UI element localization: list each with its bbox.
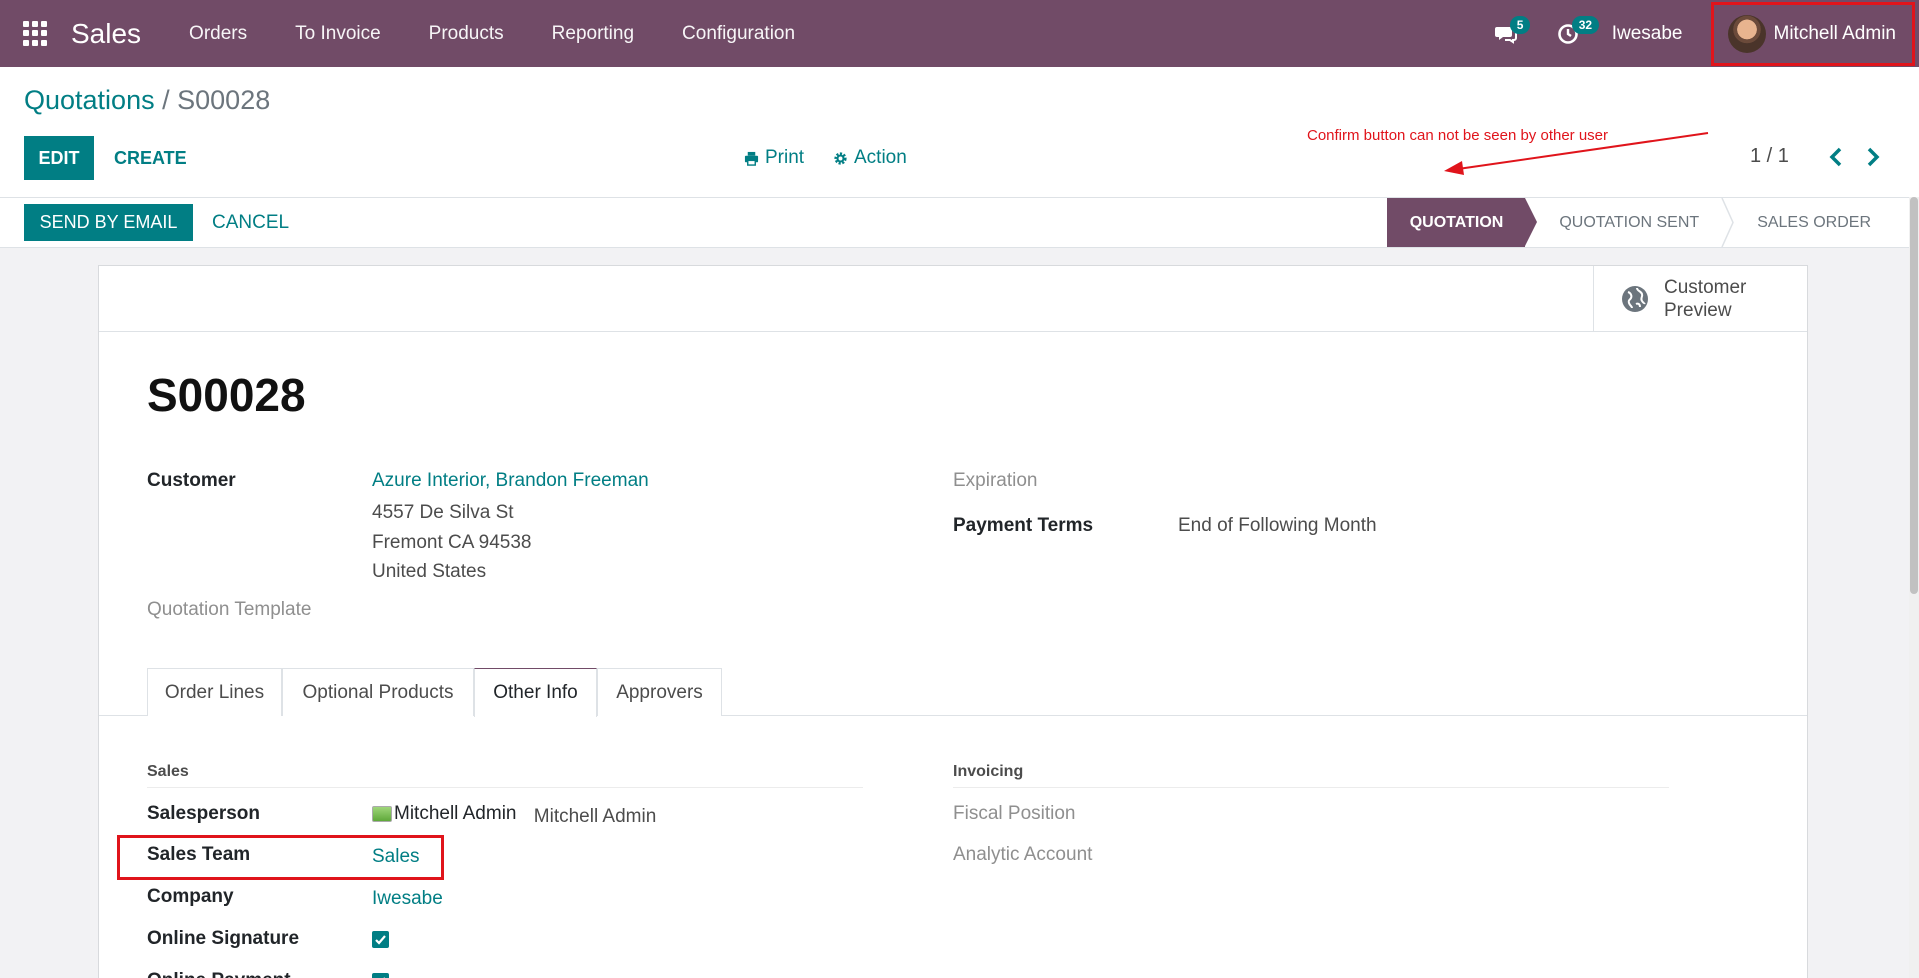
stage-divider-icon (1721, 198, 1735, 247)
control-panel: Quotations / S00028 EDIT CREATE Print Ac… (0, 67, 1919, 197)
chevron-left-icon[interactable] (1825, 144, 1847, 170)
expiration-label: Expiration (953, 470, 1038, 491)
activity-menu[interactable]: 32 (1550, 14, 1600, 54)
address-line-2: Fremont CA 94538 (372, 532, 532, 553)
create-button[interactable]: CREATE (114, 136, 187, 180)
user-name: Mitchell Admin (1773, 22, 1897, 44)
company-link[interactable]: Iwesabe (372, 888, 443, 910)
print-button[interactable]: Print (744, 136, 804, 180)
messages-counter-badge: 5 (1509, 15, 1531, 34)
page-scrollbar[interactable] (1909, 197, 1919, 978)
stage-sales-order[interactable]: SALES ORDER (1735, 198, 1893, 247)
action-label: Action (854, 147, 907, 168)
edit-button[interactable]: EDIT (24, 136, 94, 180)
record-title: S00028 (147, 369, 306, 421)
online-signature-checkbox[interactable] (372, 931, 389, 948)
sales-section-title: Sales (147, 763, 863, 788)
stage-quotation[interactable]: QUOTATION (1386, 198, 1537, 247)
stage-pipeline: QUOTATION QUOTATION SENT SALES ORDER (1386, 198, 1893, 247)
online-payment-checkbox[interactable] (372, 973, 389, 978)
breadcrumb-current: S00028 (177, 85, 271, 115)
avatar (1727, 14, 1766, 53)
online-payment-label: Online Payment (147, 970, 291, 978)
tab-other-info[interactable]: Other Info (474, 668, 597, 717)
tab-approvers[interactable]: Approvers (597, 668, 722, 716)
activities-counter-badge: 32 (1571, 15, 1600, 34)
customer-label: Customer (147, 470, 236, 491)
print-label: Print (765, 147, 805, 168)
action-button[interactable]: Action (833, 136, 907, 180)
customer-preview-label: Customer Preview (1664, 277, 1747, 321)
analytic-account-label: Analytic Account (953, 844, 1093, 865)
scrollbar-thumb[interactable] (1910, 197, 1918, 594)
annotation-text: Confirm button can not be seen by other … (1307, 127, 1609, 144)
menu-orders[interactable]: Orders (165, 23, 271, 45)
quotation-template-label: Quotation Template (147, 599, 312, 620)
salesperson-avatar-alt: Mitchell Admin (394, 803, 517, 824)
main-menu: Orders To Invoice Products Reporting Con… (165, 23, 819, 45)
apps-menu-icon[interactable] (23, 20, 49, 47)
pager-value[interactable]: 1 / 1 (1750, 145, 1789, 168)
company-label: Company (147, 886, 234, 907)
payment-terms-value: End of Following Month (1178, 515, 1377, 536)
cancel-button[interactable]: CANCEL (212, 204, 289, 241)
globe-icon (1622, 286, 1648, 312)
salesperson-field[interactable]: Mitchell Admin Mitchell Admin (372, 803, 656, 828)
customer-preview-button[interactable]: Customer Preview (1593, 266, 1807, 332)
notebook-tabs: Order Lines Optional Products Other Info… (99, 668, 1807, 717)
salesperson-label: Salesperson (147, 803, 260, 824)
company-switcher[interactable]: Iwesabe (1612, 23, 1683, 45)
menu-products[interactable]: Products (405, 23, 528, 45)
tab-optional-products[interactable]: Optional Products (282, 668, 474, 716)
chevron-right-icon[interactable] (1862, 144, 1884, 170)
form-statusbar: SEND BY EMAIL CANCEL QUOTATION QUOTATION… (0, 197, 1919, 248)
gear-icon (834, 151, 847, 165)
stage-quotation-sent[interactable]: QUOTATION SENT (1537, 198, 1721, 247)
customer-link[interactable]: Azure Interior, Brandon Freeman (372, 470, 649, 492)
breadcrumb-quotations[interactable]: Quotations (24, 85, 155, 115)
app-brand[interactable]: Sales (71, 18, 141, 50)
menu-reporting[interactable]: Reporting (528, 23, 658, 45)
online-signature-label: Online Signature (147, 928, 300, 949)
systray: 5 32 Iwesabe Mitchell Admin (1488, 0, 1919, 67)
address-line-3: United States (372, 561, 487, 582)
print-icon (744, 151, 759, 166)
menu-configuration[interactable]: Configuration (658, 23, 819, 45)
salesperson-avatar: Mitchell Admin (372, 803, 517, 825)
invoicing-section-title: Invoicing (953, 763, 1669, 788)
menu-to-invoice[interactable]: To Invoice (271, 23, 405, 45)
payment-terms-label: Payment Terms (953, 515, 1094, 536)
breadcrumb: Quotations / S00028 (24, 85, 270, 116)
fiscal-position-label: Fiscal Position (953, 803, 1076, 824)
messaging-menu[interactable]: 5 (1488, 14, 1531, 54)
user-menu[interactable]: Mitchell Admin (1710, 1, 1915, 66)
checkmark-icon (375, 935, 386, 945)
breadcrumb-separator: / (162, 85, 170, 115)
sales-team-highlight-box (117, 835, 444, 880)
top-navbar: Sales Orders To Invoice Products Reporti… (0, 0, 1919, 67)
salesperson-value: Mitchell Admin (533, 806, 657, 827)
tab-order-lines[interactable]: Order Lines (147, 668, 282, 716)
smart-button-box: Customer Preview (99, 266, 1807, 332)
address-line-1: 4557 De Silva St (372, 502, 514, 523)
send-by-email-button[interactable]: SEND BY EMAIL (24, 204, 193, 241)
